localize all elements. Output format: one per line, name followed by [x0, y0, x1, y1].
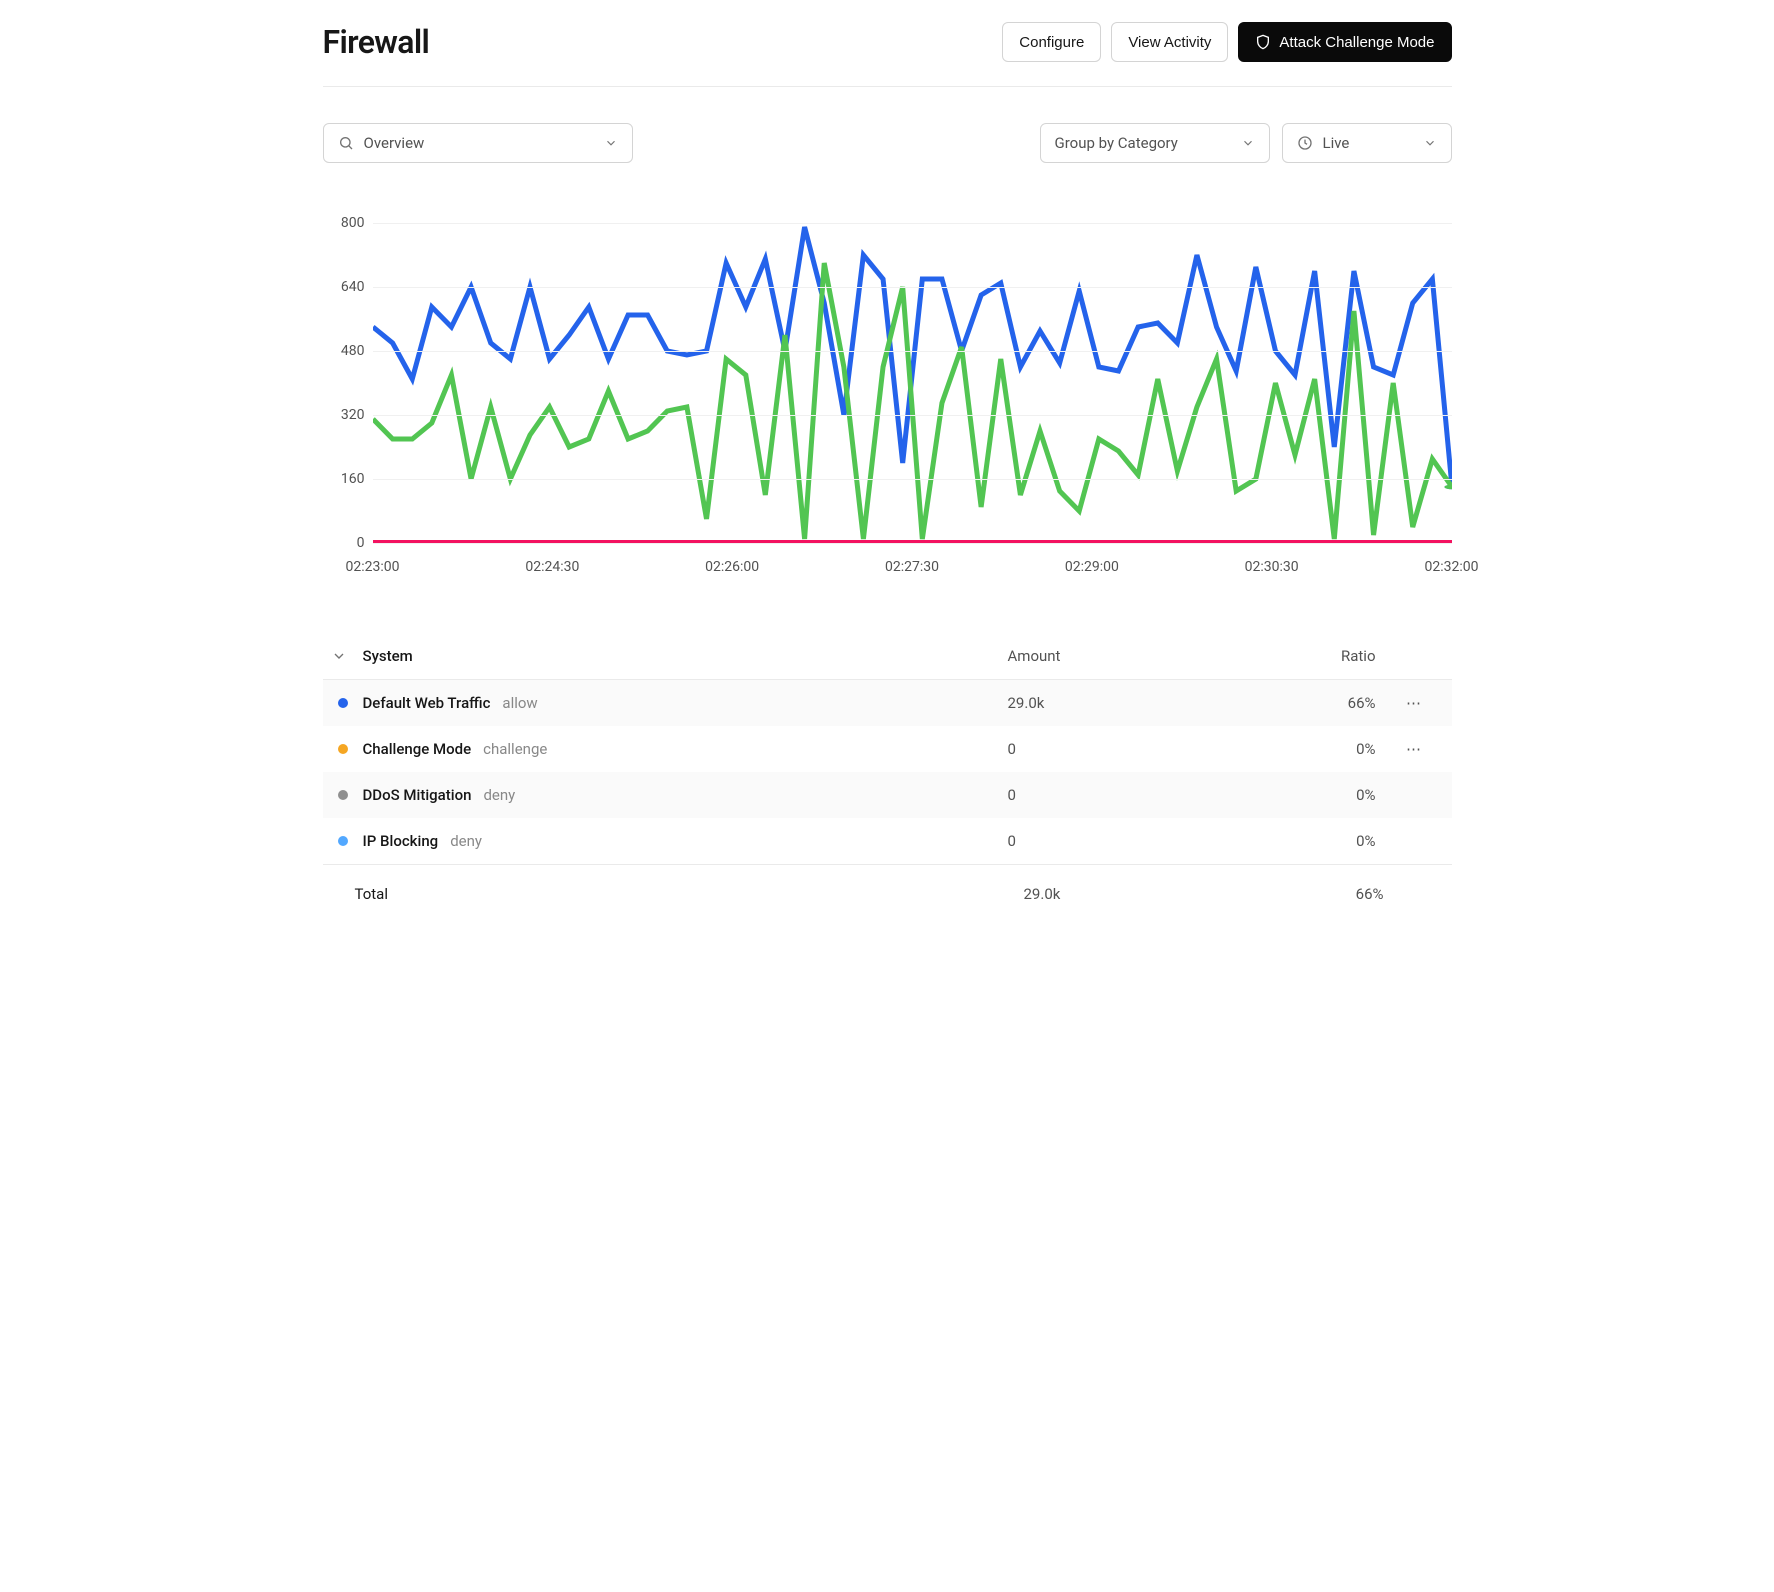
table-row: Challenge Modechallenge 0 0% ⋯	[323, 726, 1452, 772]
row-amount: 29.0k	[1008, 694, 1208, 712]
x-tick: 02:27:30	[885, 559, 939, 575]
table-row: DDoS Mitigationdeny 0 0%	[323, 772, 1452, 818]
row-name: Default Web Trafficallow	[363, 694, 1000, 712]
view-select[interactable]: Overview	[323, 123, 633, 163]
view-select-label: Overview	[364, 134, 425, 152]
total-ratio: 66%	[1224, 885, 1384, 903]
table-header: System Amount Ratio	[323, 633, 1452, 680]
y-tick: 320	[341, 407, 365, 423]
col-ratio: Ratio	[1216, 647, 1376, 665]
x-tick: 02:26:00	[705, 559, 759, 575]
y-axis: 0160320480640800	[323, 223, 373, 583]
chevron-down-icon	[1241, 136, 1255, 150]
table-row: IP Blockingdeny 0 0%	[323, 818, 1452, 864]
chart: 0160320480640800 02:23:0002:24:3002:26:0…	[323, 223, 1452, 583]
grid-line	[373, 351, 1452, 352]
series-line	[373, 227, 1452, 487]
x-tick: 02:32:00	[1425, 559, 1479, 575]
more-icon[interactable]: ⋯	[1384, 694, 1444, 712]
total-amount: 29.0k	[1024, 885, 1224, 903]
y-tick: 640	[341, 279, 365, 295]
row-amount: 0	[1008, 832, 1208, 850]
row-amount: 0	[1008, 786, 1208, 804]
grid-line	[373, 223, 1452, 224]
grid-line	[373, 287, 1452, 288]
row-amount: 0	[1008, 740, 1208, 758]
header-actions: Configure View Activity Attack Challenge…	[1002, 22, 1451, 62]
y-tick: 480	[341, 343, 365, 359]
col-amount: Amount	[1008, 647, 1208, 665]
header: Firewall Configure View Activity Attack …	[323, 0, 1452, 87]
x-tick: 02:30:30	[1245, 559, 1299, 575]
view-activity-label: View Activity	[1128, 34, 1211, 51]
table-footer: Total 29.0k 66%	[323, 864, 1452, 909]
x-tick: 02:29:00	[1065, 559, 1119, 575]
expand-icon[interactable]	[331, 648, 355, 664]
more-icon[interactable]: ⋯	[1384, 740, 1444, 758]
grid-line	[373, 543, 1452, 544]
total-label: Total	[355, 885, 1024, 903]
group-select[interactable]: Group by Category	[1040, 123, 1270, 163]
y-tick: 160	[341, 471, 365, 487]
page-title: Firewall	[323, 23, 430, 61]
grid-line	[373, 479, 1452, 480]
time-select-label: Live	[1323, 134, 1350, 152]
category-table: System Amount Ratio Default Web Traffica…	[323, 633, 1452, 909]
row-ratio: 0%	[1216, 786, 1376, 804]
row-ratio: 0%	[1216, 832, 1376, 850]
configure-label: Configure	[1019, 34, 1084, 51]
search-icon	[338, 135, 354, 151]
row-ratio: 0%	[1216, 740, 1376, 758]
table-row: Default Web Trafficallow 29.0k 66% ⋯	[323, 680, 1452, 726]
chevron-down-icon	[604, 136, 618, 150]
legend-dot	[338, 744, 348, 754]
y-tick: 0	[357, 535, 365, 551]
attack-challenge-label: Attack Challenge Mode	[1279, 34, 1434, 51]
row-name: Challenge Modechallenge	[363, 740, 1000, 758]
series-end-dot	[1444, 485, 1452, 489]
attack-challenge-button[interactable]: Attack Challenge Mode	[1238, 22, 1451, 62]
legend-dot	[338, 698, 348, 708]
legend-dot	[338, 790, 348, 800]
group-select-label: Group by Category	[1055, 134, 1178, 152]
row-name: DDoS Mitigationdeny	[363, 786, 1000, 804]
grid-line	[373, 415, 1452, 416]
x-tick: 02:24:30	[525, 559, 579, 575]
chart-svg	[373, 223, 1452, 543]
chevron-down-icon	[1423, 136, 1437, 150]
x-tick: 02:23:00	[346, 559, 400, 575]
table-body: Default Web Trafficallow29.0k66%⋯Challen…	[323, 680, 1452, 864]
view-activity-button[interactable]: View Activity	[1111, 22, 1228, 62]
legend-dot	[338, 836, 348, 846]
shield-icon	[1255, 34, 1271, 50]
clock-icon	[1297, 135, 1313, 151]
y-tick: 800	[341, 215, 365, 231]
plot-area: 02:23:0002:24:3002:26:0002:27:3002:29:00…	[373, 223, 1452, 583]
time-select[interactable]: Live	[1282, 123, 1452, 163]
x-axis: 02:23:0002:24:3002:26:0002:27:3002:29:00…	[373, 553, 1452, 583]
row-name: IP Blockingdeny	[363, 832, 1000, 850]
configure-button[interactable]: Configure	[1002, 22, 1101, 62]
controls: Overview Group by Category	[323, 87, 1452, 163]
row-ratio: 66%	[1216, 694, 1376, 712]
col-system: System	[363, 647, 1000, 665]
